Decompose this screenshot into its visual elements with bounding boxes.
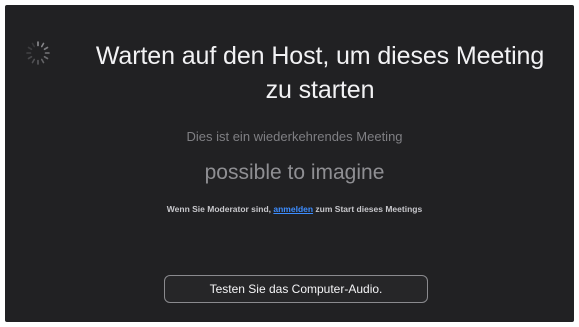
sign-in-link[interactable]: anmelden	[273, 204, 313, 214]
waiting-room-window: Warten auf den Host, um dieses Meeting z…	[5, 5, 574, 322]
waiting-title: Warten auf den Host, um dieses Meeting z…	[60, 39, 574, 107]
host-note-prefix: Wenn Sie Moderator sind,	[166, 204, 274, 214]
loading-spinner-icon	[26, 41, 50, 65]
meeting-topic: possible to imagine	[204, 161, 385, 184]
host-note-suffix: zum Start dieses Meetings	[313, 204, 423, 214]
recurring-meeting-label: Dies ist ein wiederkehrendes Meeting	[186, 129, 403, 144]
waiting-title-line-2: zu starten	[265, 76, 375, 104]
waiting-title-line-1: Warten auf den Host, um dieses Meeting	[95, 42, 545, 70]
host-sign-in-note: Wenn Sie Moderator sind, anmelden zum St…	[5, 203, 574, 215]
test-computer-audio-button[interactable]: Testen Sie das Computer-Audio.	[164, 275, 428, 303]
